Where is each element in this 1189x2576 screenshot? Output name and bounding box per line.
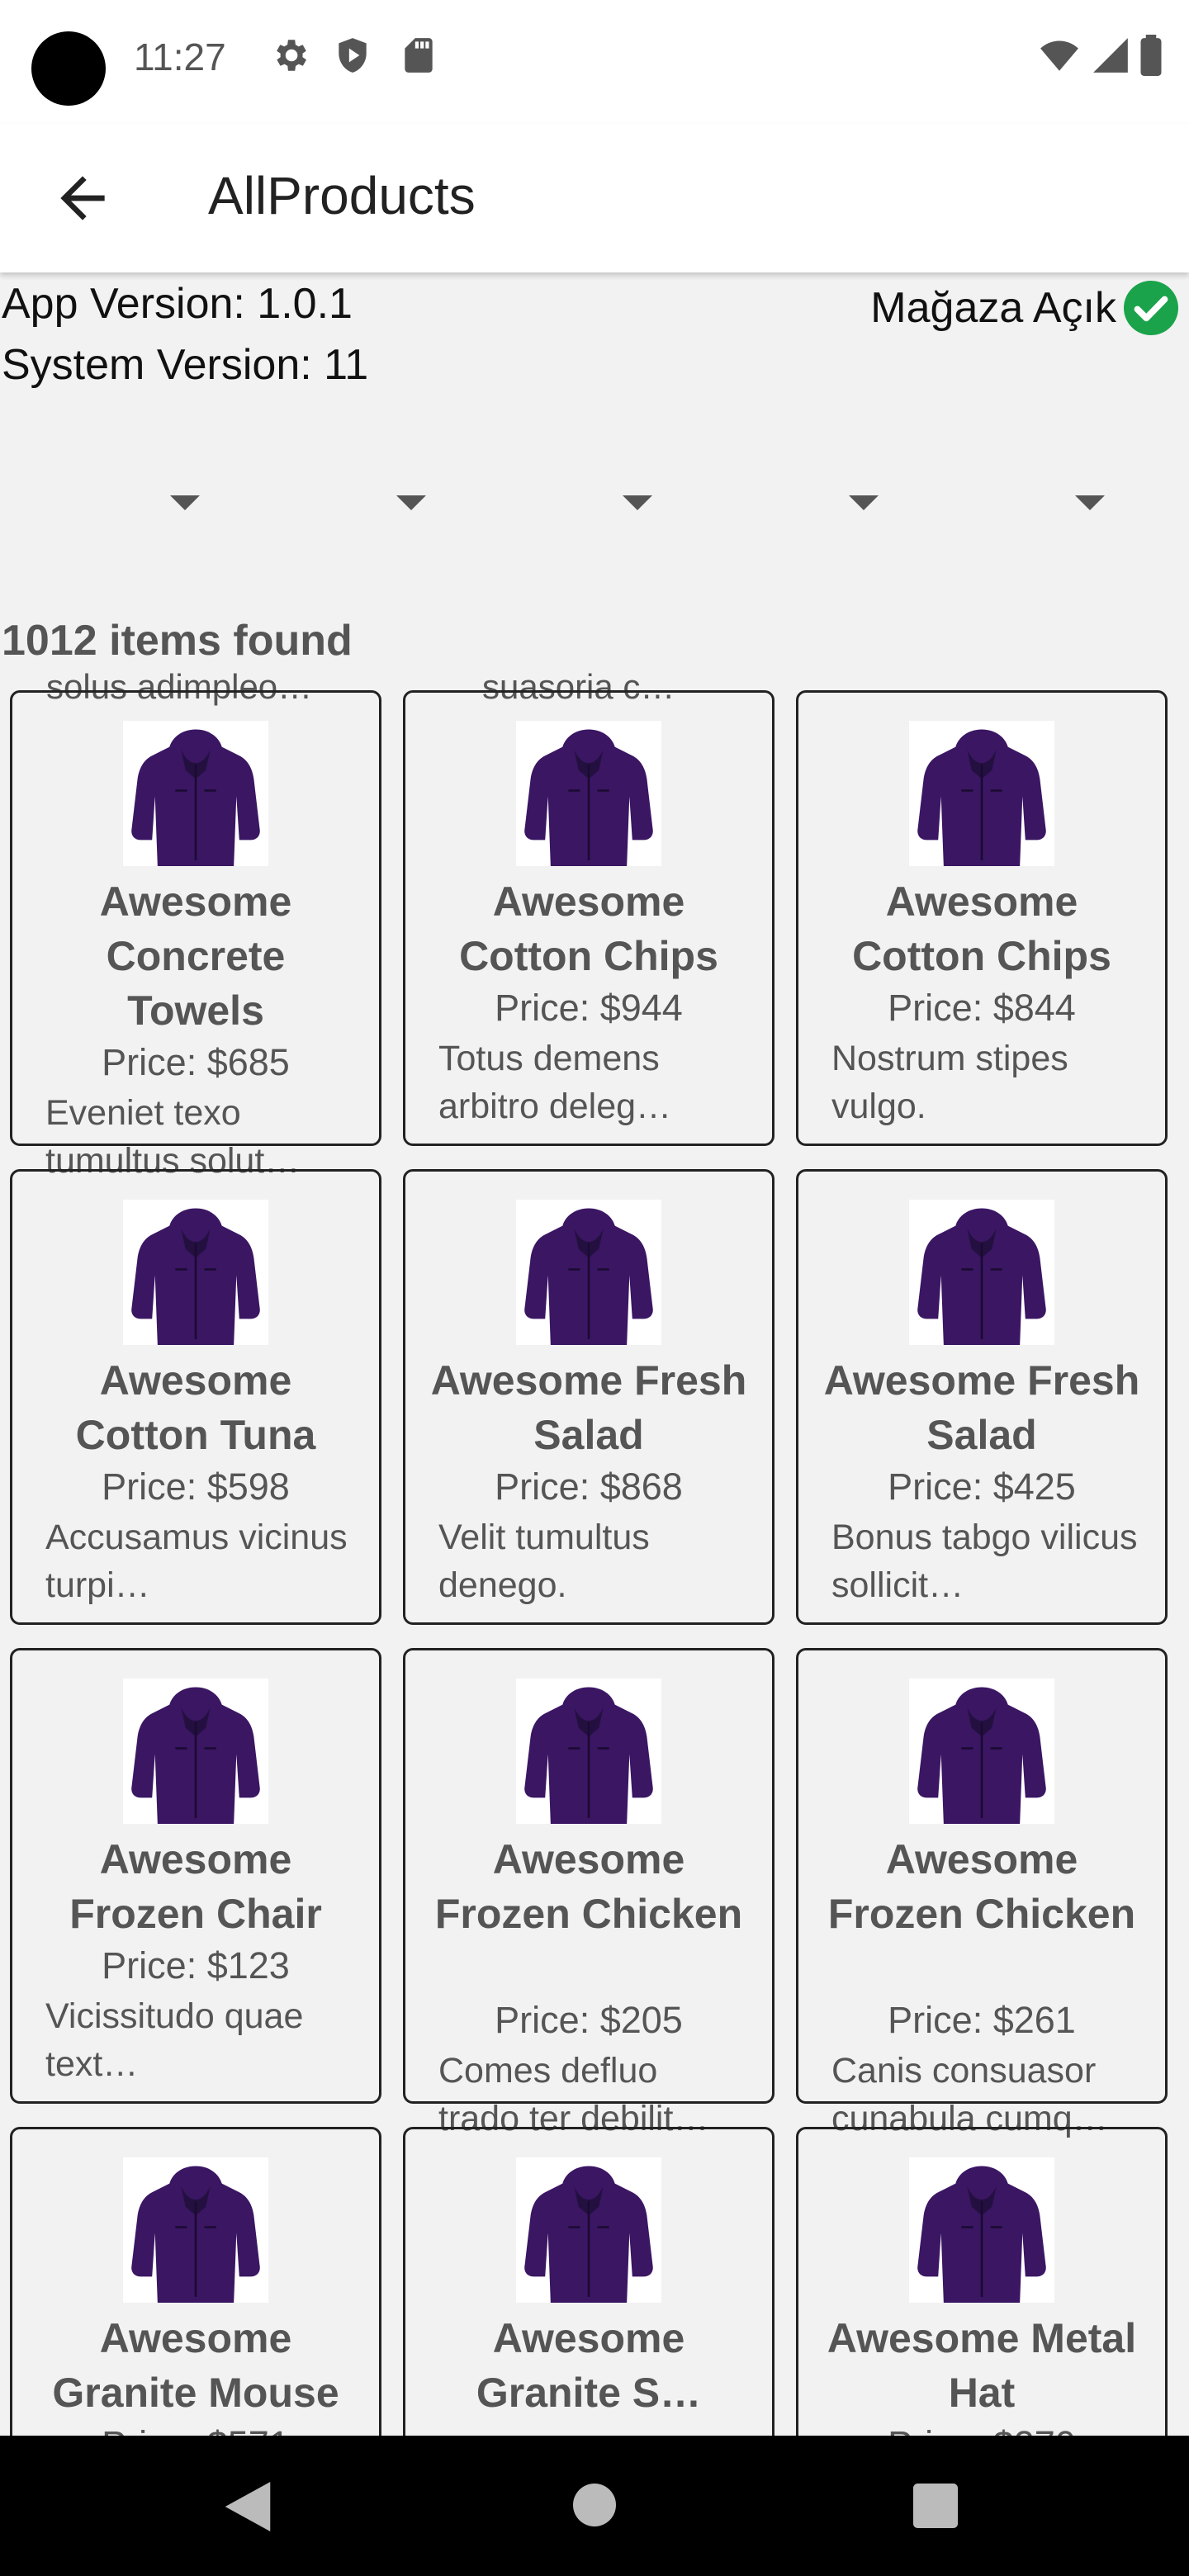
back-arrow-icon[interactable] [50,165,116,231]
jacket-image [123,721,268,875]
product-price: Price: $205 [495,1999,683,2041]
jacket-image [516,1200,661,1354]
product-card[interactable]: Awesome Concrete Towels Price: $685 Evenie… [10,690,381,1181]
product-description: Nostrum stipes vulgo. [831,1039,1068,1126]
product-price: Price: $571 [12,2423,379,2436]
store-status-label: Mağaza Açık [870,284,1116,332]
product-name: Awesome Metal Hat [827,2315,1137,2416]
filter-dropdown-5[interactable] [1075,495,1105,510]
jacket-image [909,2157,1054,2312]
product-price: Price: $685 [102,1041,290,1083]
system-version-text: System Version: 11 [2,341,369,389]
product-card[interactable]: Awesome Granite Mouse Price: $571 [10,2127,381,2436]
product-name: Awesome Granite S… [476,2315,702,2416]
check-circle-icon [1124,281,1178,335]
product-name: Awesome Frozen Chicken [434,1836,743,1937]
product-price: Price: $123 [102,1944,290,1986]
app-bar: AllProducts [0,124,1189,272]
jacket-image [123,1679,268,1833]
jacket-image [516,721,661,875]
sd-card-icon [405,38,433,73]
product-name: Awesome Frozen Chair [69,1836,322,1937]
jacket-image [909,1679,1054,1833]
product-card[interactable]: Awesome Cotton Chips Price: $844 Nostrum s… [796,690,1168,1146]
navigation-bar [0,2436,1189,2576]
product-name: Awesome Fresh Salad [430,1357,747,1458]
product-name: Awesome Cotton Tuna [75,1357,316,1458]
product-price: Price: $270 [798,2423,1165,2436]
product-name: Awesome Concrete Towels [99,878,292,1034]
product-name: Awesome Granite Mouse [52,2315,339,2416]
jacket-image [909,721,1054,875]
shield-icon [339,38,367,73]
settings-icon [277,40,306,71]
product-card[interactable]: Awesome Fresh Salad Price: $425 Bonus tabg… [796,1169,1168,1625]
product-description: Velit tumultus denego. [438,1518,650,1605]
nav-recents-icon[interactable] [913,2484,958,2528]
product-description: Accusamus vicinus turpi… [45,1518,348,1605]
filter-dropdown-2[interactable] [396,495,426,510]
product-description: Vicissitudo quae text… [45,1996,304,2084]
product-price: Price: $425 [888,1466,1076,1508]
wifi-icon [1040,40,1078,71]
product-name: Awesome Frozen Chicken [827,1836,1136,1937]
jacket-image [123,2157,268,2312]
product-grid[interactable]: solus adimpleo… suasoria c… Awesome Conc… [0,661,1189,2436]
product-card[interactable]: Awesome Cotton Chips Price: $944 Totus dem… [403,690,775,1146]
camera-cutout [31,31,106,106]
product-card[interactable]: Awesome Fresh Salad Price: $868 Velit tumu… [403,1169,775,1625]
product-price: Price: $868 [495,1466,683,1508]
product-card[interactable]: Awesome Frozen Chicken Price: $261 Canis c… [796,1648,1168,2138]
product-price: Price: $944 [495,987,683,1029]
nav-back-icon[interactable] [225,2482,271,2531]
items-found-count: 1012 items found [2,617,353,665]
product-price: Price: $844 [888,987,1076,1029]
jacket-image [909,1200,1054,1354]
product-card[interactable]: Awesome Metal Hat Price: $270 [796,2127,1168,2436]
jacket-image [516,1679,661,1833]
store-status: Mağaza Açık [870,276,1181,340]
product-name: Awesome Fresh Salad [823,1357,1140,1458]
product-card[interactable]: Awesome Frozen Chicken Price: $205 Comes d… [403,1648,775,2138]
product-card[interactable]: Awesome Cotton Tuna Price: $598 Accusamus … [10,1169,381,1625]
status-bar: 11:27 [0,0,1189,124]
app-version-text: App Version: 1.0.1 [2,280,353,328]
jacket-image [123,1200,268,1354]
product-description: Totus demens arbitro deleg… [438,1039,672,1126]
product-card[interactable]: Awesome Frozen Chair Price: $123 Vicissitu… [10,1648,381,2104]
status-time: 11:27 [134,36,226,78]
product-description: Bonus tabgo vilicus sollicit… [831,1518,1138,1605]
product-name: Awesome Cotton Chips [852,878,1111,979]
filter-dropdown-3[interactable] [623,495,652,510]
product-card[interactable]: Awesome Granite S… [403,2127,775,2436]
filter-dropdown-4[interactable] [849,495,879,510]
filter-dropdown-1[interactable] [170,495,200,510]
product-price: Price: $598 [102,1466,290,1508]
battery-icon [1140,35,1162,76]
page-title: AllProducts [208,166,476,225]
jacket-image [516,2157,661,2312]
signal-icon [1093,38,1128,73]
product-name: Awesome Cotton Chips [459,878,718,979]
nav-home-icon[interactable] [573,2484,616,2526]
product-price: Price: $261 [888,1999,1076,2041]
